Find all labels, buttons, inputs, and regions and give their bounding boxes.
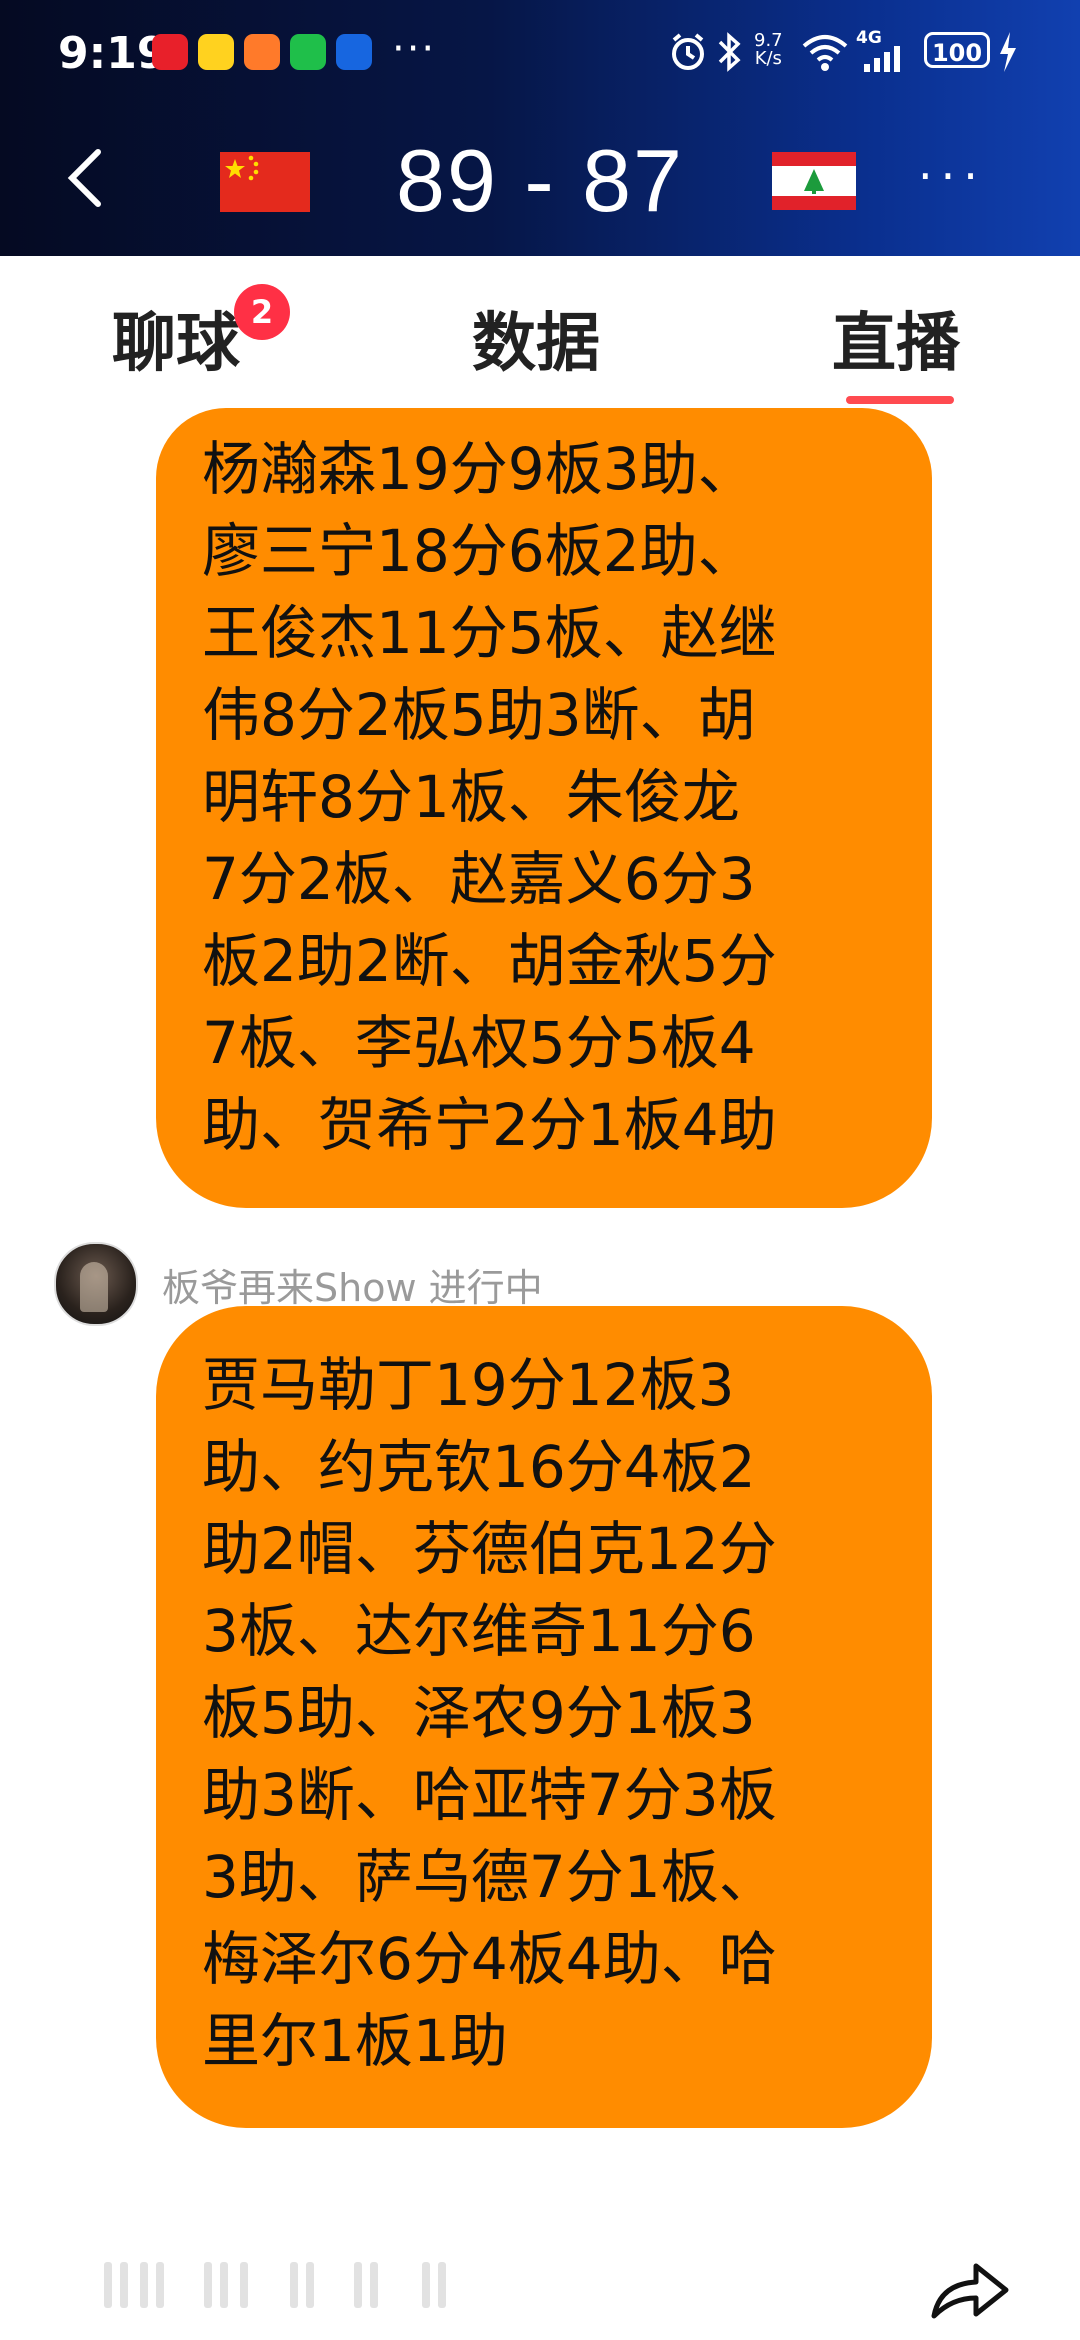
bluetooth-icon xyxy=(718,32,741,72)
message-line: 助、约克钦16分4板2 xyxy=(202,1433,756,1501)
network-type: 4G xyxy=(856,28,882,48)
message-line: 梅泽尔6分4板4助、哈 xyxy=(202,1925,777,1993)
notification-overflow: ··· xyxy=(392,26,437,72)
sports-app-icon xyxy=(244,34,280,70)
message-line: 板5助、泽农9分1板3 xyxy=(202,1679,756,1747)
message-line: 7板、李弘权5分5板4 xyxy=(202,1009,756,1077)
tab-live[interactable]: 直播 xyxy=(832,292,960,384)
alarm-icon xyxy=(672,33,704,70)
share-icon[interactable] xyxy=(930,2256,1010,2322)
lebanon-flag-icon xyxy=(772,152,856,210)
tab-chat[interactable]: 聊球 xyxy=(112,292,240,384)
avatar[interactable] xyxy=(54,1242,138,1326)
message-line: 3助、萨乌德7分1板、 xyxy=(202,1843,777,1911)
bottom-bar xyxy=(0,2220,1080,2340)
game-app-icon xyxy=(198,34,234,70)
message-bubble: 杨瀚森19分9板3助、 廖三宁18分6板2助、 王俊杰11分5板、赵继 伟8分2… xyxy=(156,408,932,1208)
tab-stats[interactable]: 数据 xyxy=(472,292,600,384)
wifi-icon xyxy=(802,35,848,71)
message-line: 杨瀚森19分9板3助、 xyxy=(202,435,756,503)
tab-chat-badge: 2 xyxy=(234,284,290,340)
message-line: 里尔1板1助 xyxy=(202,2007,508,2075)
top-header: 9:19 ··· 9.7 K/s 4G 100 89 - 87 ··· xyxy=(0,0,1080,256)
camera-app-icon xyxy=(336,34,372,70)
message-line: 廖三宁18分6板2助、 xyxy=(202,517,756,585)
message-line: 助2帽、芬德伯克12分 xyxy=(202,1515,777,1583)
battery-indicator: 100 xyxy=(924,32,990,68)
tab-bar: 聊球 2 数据 直播 xyxy=(0,256,1080,416)
message-line: 助、贺希宁2分1板4助 xyxy=(202,1091,777,1159)
net-speed-unit: K/s xyxy=(754,48,782,69)
message-line: 3板、达尔维奇11分6 xyxy=(202,1597,756,1665)
author-name[interactable]: 板爷再来Show 进行中 xyxy=(162,1257,543,1312)
signal-icon xyxy=(864,46,900,72)
active-tab-indicator xyxy=(846,396,954,404)
huawei-app-icon xyxy=(152,34,188,70)
score-bar: 89 - 87 ··· xyxy=(0,104,1080,256)
message-line: 助3断、哈亚特7分3板 xyxy=(202,1761,777,1829)
message-line: 明轩8分1板、朱俊龙 xyxy=(202,763,740,831)
wechat-icon xyxy=(290,34,326,70)
charging-icon xyxy=(1000,32,1016,72)
message-line: 贾马勒丁19分12板3 xyxy=(202,1351,735,1419)
message-line: 伟8分2板5助3断、胡 xyxy=(202,681,756,749)
watermark-bars xyxy=(104,2262,464,2308)
message-line: 板2助2断、胡金秋5分 xyxy=(202,927,777,995)
network-speed: 9.7 K/s xyxy=(754,32,783,68)
status-bar: 9:19 ··· 9.7 K/s 4G 100 xyxy=(0,0,1080,104)
message-line: 7分2板、赵嘉义6分3 xyxy=(202,845,756,913)
more-options-button[interactable]: ··· xyxy=(918,153,986,199)
message-bubble: 贾马勒丁19分12板3 助、约克钦16分4板2 助2帽、芬德伯克12分 3板、达… xyxy=(156,1306,932,2128)
message-line: 王俊杰11分5板、赵继 xyxy=(202,599,777,667)
